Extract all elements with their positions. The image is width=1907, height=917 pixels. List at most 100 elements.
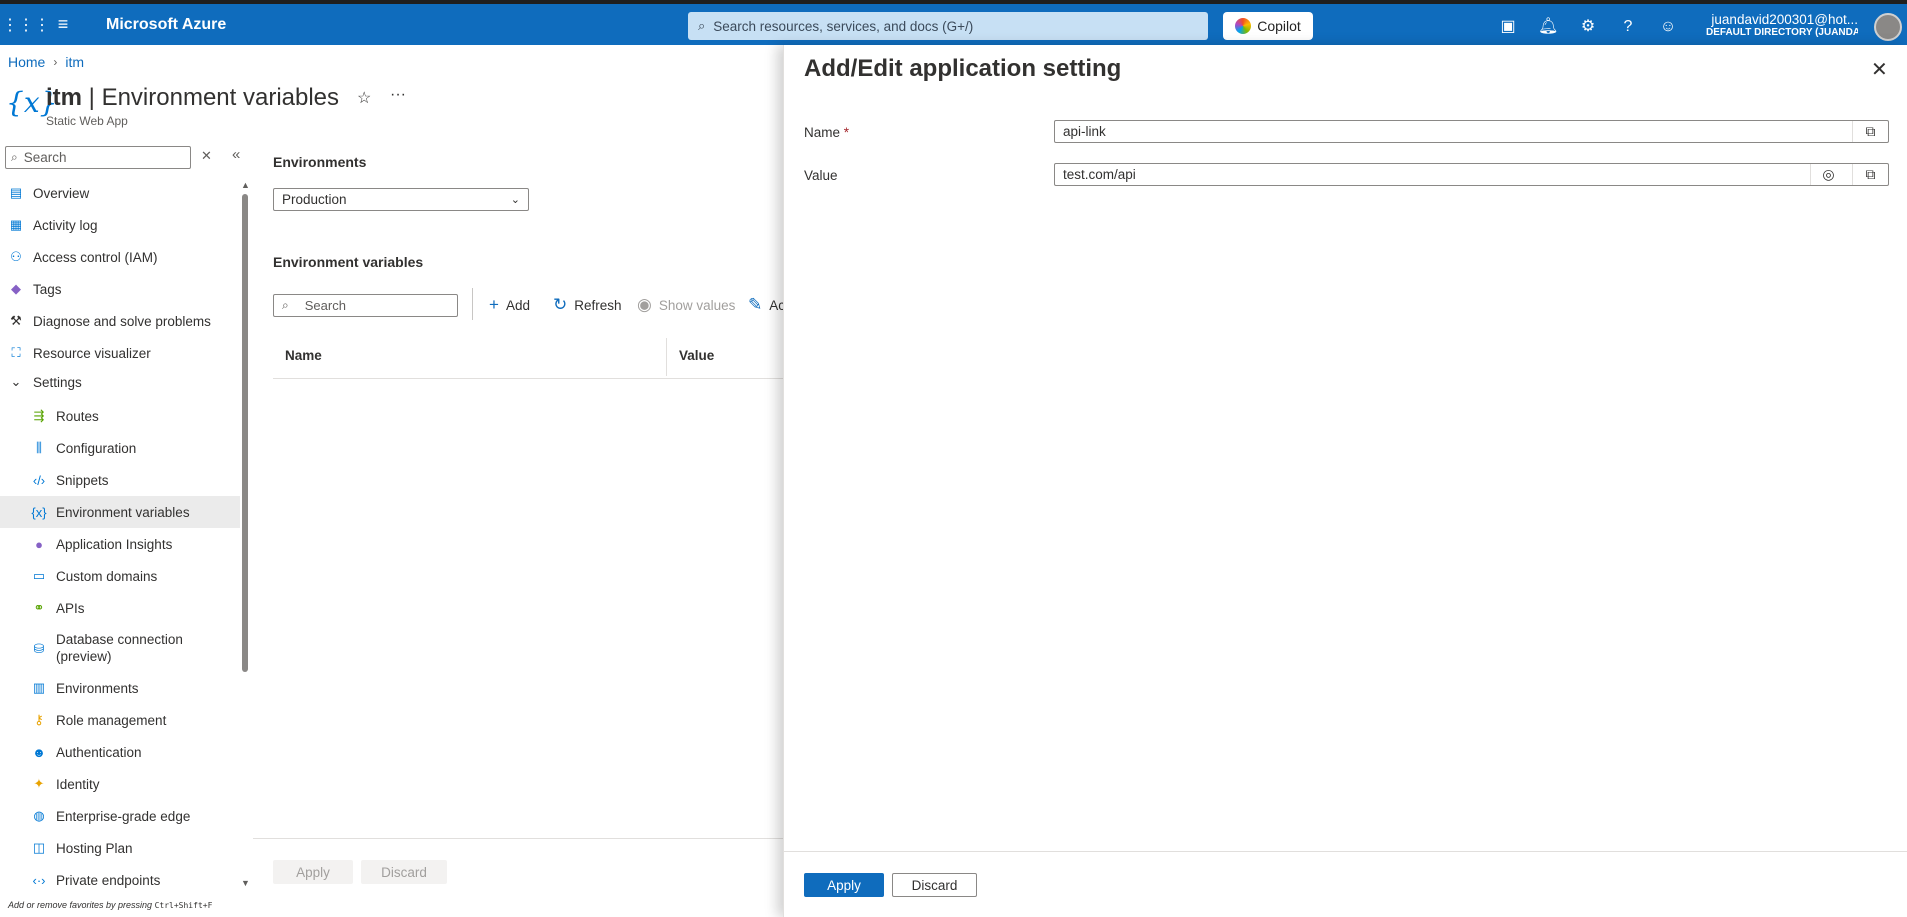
eye-icon: ◉ — [637, 295, 652, 314]
column-header-value[interactable]: Value — [679, 348, 714, 363]
cloud-shell-icon[interactable]: ▣ — [1498, 17, 1518, 37]
value-field-value: test.com/api — [1063, 167, 1136, 182]
plan-icon: ◫ — [32, 840, 46, 855]
feedback-icon[interactable]: ☺ — [1658, 17, 1678, 37]
scroll-up-icon[interactable]: ▲ — [241, 180, 250, 190]
sidebar-item-label: Access control (IAM) — [33, 249, 158, 265]
collapse-sidebar-icon[interactable]: « — [232, 146, 240, 163]
refresh-label: Refresh — [574, 297, 622, 313]
add-button[interactable]: + Add — [489, 295, 530, 315]
sidebar-item-environments[interactable]: ▥ Environments — [0, 672, 240, 704]
table-header-border — [273, 378, 783, 379]
toolbar-divider — [472, 288, 473, 320]
discard-button[interactable]: Discard — [361, 860, 447, 884]
panel-discard-button[interactable]: Discard — [892, 873, 977, 897]
environments-label: Environments — [273, 154, 367, 170]
advanced-edit-button[interactable]: ✎ Ac — [748, 295, 785, 315]
breadcrumb-resource-link[interactable]: itm — [65, 54, 84, 70]
sidebar-scrollbar[interactable]: ▲ ▼ — [241, 180, 250, 888]
app-launcher-icon[interactable]: ⋮⋮⋮ — [2, 15, 50, 35]
required-marker: * — [843, 125, 850, 140]
breadcrumb-home-link[interactable]: Home — [8, 54, 45, 70]
routes-icon: ⇶ — [33, 408, 45, 423]
copilot-icon — [1235, 18, 1252, 34]
name-label: Name * — [804, 125, 849, 140]
help-icon[interactable]: ? — [1618, 17, 1638, 37]
top-bar: ⋮⋮⋮ ≡ Microsoft Azure ⌕ Search resources… — [0, 0, 1907, 45]
account-menu[interactable]: juandavid200301@hot... DEFAULT DIRECTORY… — [1706, 12, 1858, 38]
chevron-down-icon: ⌄ — [510, 194, 520, 206]
overview-icon: ▤ — [9, 185, 23, 200]
activity-log-icon: ▦ — [9, 217, 23, 232]
show-values-button[interactable]: ◉ Show values — [637, 295, 735, 315]
sidebar-item-identity[interactable]: ✦ Identity — [0, 768, 240, 800]
favorite-star-icon[interactable]: ☆ — [357, 88, 371, 108]
sidebar-item-resource-visualizer[interactable]: ⛶ Resource visualizer — [0, 337, 240, 369]
global-search-input[interactable]: ⌕ Search resources, services, and docs (… — [688, 12, 1208, 40]
scrollbar-thumb[interactable] — [242, 194, 248, 672]
sidebar-item-custom-domains[interactable]: ▭ Custom domains — [0, 560, 240, 592]
code-icon: ‹/› — [32, 472, 46, 488]
person-icon: ☻ — [32, 744, 46, 760]
refresh-button[interactable]: ↻ Refresh — [553, 295, 622, 315]
sidebar-item-label: Routes — [56, 408, 99, 424]
footer-divider — [253, 838, 783, 839]
sidebar-search-input[interactable]: ⌕ Search — [5, 146, 191, 169]
sidebar-item-label: Authentication — [56, 744, 142, 760]
value-field[interactable]: test.com/api ◎ ⧉ — [1054, 163, 1889, 186]
column-divider[interactable] — [666, 338, 667, 376]
resource-name: itm — [46, 84, 82, 111]
sidebar-item-snippets[interactable]: ‹/› Snippets — [0, 464, 240, 496]
sidebar-item-tags[interactable]: ◆ Tags — [0, 273, 240, 305]
sidebar-item-environment-variables[interactable]: {x} Environment variables — [0, 496, 240, 528]
apply-button[interactable]: Apply — [273, 860, 353, 884]
sidebar-item-role-management[interactable]: ⚷ Role management — [0, 704, 240, 736]
close-icon[interactable]: ✕ — [1871, 57, 1888, 82]
sidebar-item-label: Private endpoints — [56, 872, 161, 888]
search-icon: ⌕ — [11, 150, 18, 164]
show-values-label: Show values — [658, 297, 736, 313]
sidebar-item-activity-log[interactable]: ▦ Activity log — [0, 209, 240, 241]
env-vars-search-input[interactable]: ⌕ Search — [273, 294, 458, 317]
pencil-icon: ✎ — [748, 295, 763, 314]
scroll-down-icon[interactable]: ▼ — [241, 878, 250, 888]
copilot-button[interactable]: Copilot — [1223, 12, 1313, 40]
portal-menu-icon[interactable]: ≡ — [50, 14, 76, 35]
name-field[interactable]: api-link ⧉ — [1054, 120, 1889, 143]
column-header-name[interactable]: Name — [285, 348, 322, 363]
sidebar-item-private-endpoints[interactable]: ‹·› Private endpoints — [0, 864, 240, 896]
brand-title[interactable]: Microsoft Azure — [106, 16, 226, 34]
sidebar-item-database-connection[interactable]: ⛁ Database connection (preview) — [0, 628, 240, 668]
sidebar-item-application-insights[interactable]: ● Application Insights — [0, 528, 240, 560]
settings-icon[interactable]: ⚙ — [1578, 17, 1598, 37]
sidebar-item-enterprise-edge[interactable]: ◍ Enterprise-grade edge — [0, 800, 240, 832]
sidebar-item-label: Environment variables — [56, 504, 190, 520]
more-options-icon[interactable]: ··· — [390, 86, 406, 104]
notifications-icon[interactable]: 🔔︎ — [1538, 17, 1558, 37]
search-icon: ⌕ — [282, 298, 289, 312]
database-icon: ⛁ — [33, 640, 45, 656]
panel-apply-button[interactable]: Apply — [804, 873, 884, 897]
sidebar-item-overview[interactable]: ▤ Overview — [0, 177, 240, 209]
sidebar-item-authentication[interactable]: ☻ Authentication — [0, 736, 240, 768]
copy-icon[interactable]: ⧉ — [1852, 121, 1888, 142]
sidebar-item-apis[interactable]: ⚭ APIs — [0, 592, 240, 624]
environment-selected: Production — [282, 192, 347, 207]
sidebar-item-label: Settings — [33, 374, 82, 390]
copy-icon[interactable]: ⧉ — [1852, 164, 1888, 185]
sidebar-search-placeholder: Search — [23, 150, 67, 165]
sidebar-group-settings[interactable]: ⌄ Settings — [0, 366, 240, 398]
sidebar-item-configuration[interactable]: ⫼ Configuration — [0, 432, 240, 464]
sidebar-item-routes[interactable]: ⇶ Routes — [0, 400, 240, 432]
sidebar-item-iam[interactable]: ⚇ Access control (IAM) — [0, 241, 240, 273]
sidebar-item-hosting-plan[interactable]: ◫ Hosting Plan — [0, 832, 240, 864]
clear-search-icon[interactable]: ✕ — [201, 148, 212, 164]
environment-dropdown[interactable]: Production ⌄ — [273, 188, 529, 211]
key-icon: ⚷ — [34, 712, 44, 727]
favorites-tip-keys: Ctrl+Shift+F — [154, 901, 213, 910]
sidebar-item-diagnose[interactable]: ⚒ Diagnose and solve problems — [0, 305, 240, 337]
search-icon: ⌕ — [698, 18, 706, 33]
chevron-right-icon: › — [53, 55, 58, 69]
hide-value-icon[interactable]: ◎ — [1810, 164, 1846, 185]
avatar[interactable] — [1874, 13, 1902, 41]
